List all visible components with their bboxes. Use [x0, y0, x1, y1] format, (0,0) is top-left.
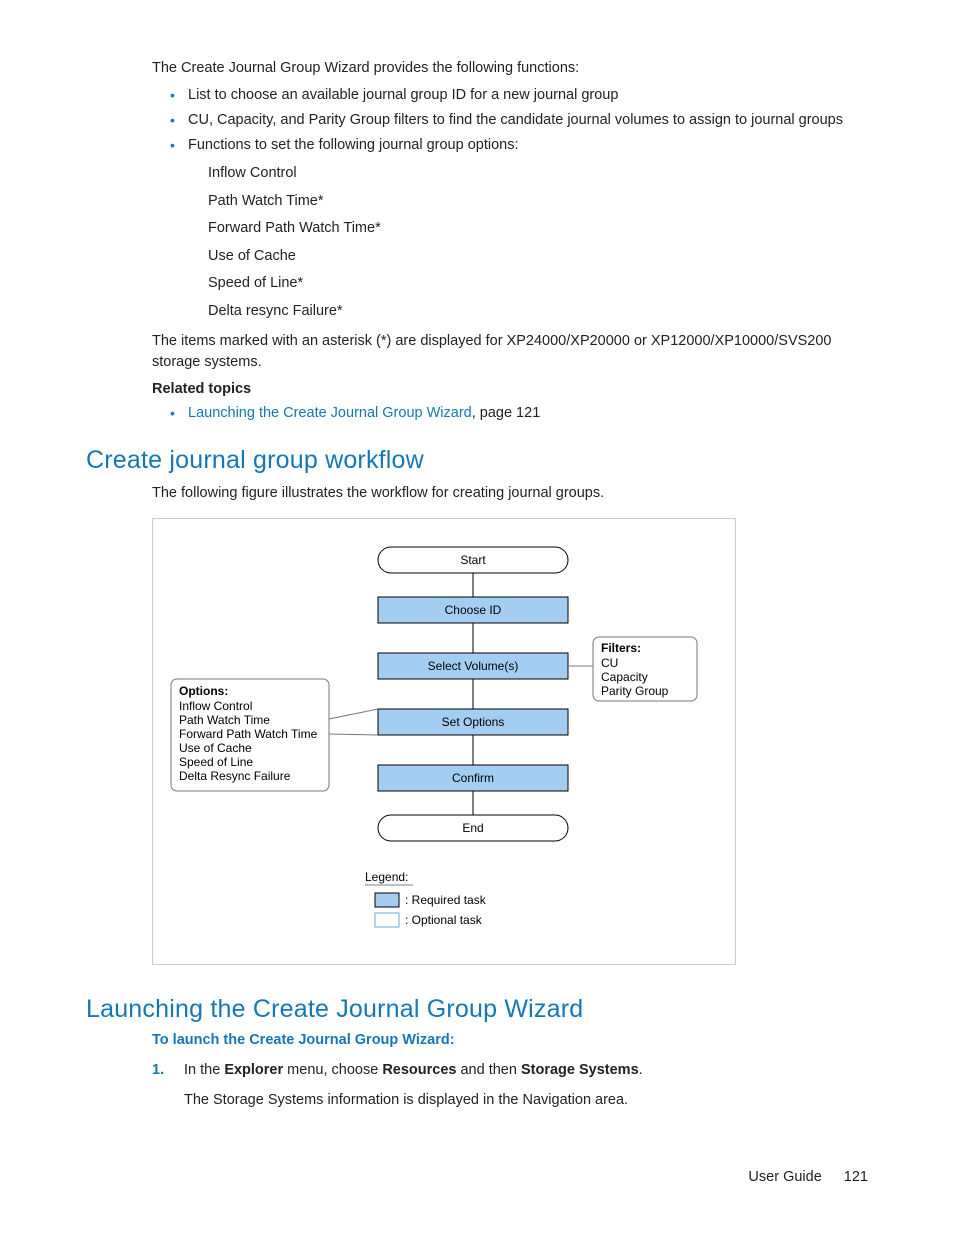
- options-item: Forward Path Watch Time: [179, 727, 318, 741]
- filters-item: Parity Group: [601, 684, 669, 698]
- list-item: List to choose an available journal grou…: [170, 85, 868, 106]
- workflow-heading: Create journal group workflow: [86, 446, 868, 475]
- option-item: Path Watch Time*: [208, 188, 868, 216]
- functions-list: List to choose an available journal grou…: [170, 85, 868, 156]
- step1-end: .: [639, 1062, 643, 1078]
- related-link-suffix: , page 121: [472, 405, 541, 421]
- options-title: Options:: [179, 684, 228, 698]
- related-topics-heading: Related topics: [152, 381, 868, 397]
- step1-mid2: and then: [456, 1062, 521, 1078]
- options-item: Use of Cache: [179, 741, 252, 755]
- list-item: CU, Capacity, and Parity Group filters t…: [170, 110, 868, 131]
- node-select-volumes: Select Volume(s): [428, 659, 519, 673]
- options-item: Speed of Line: [179, 755, 253, 769]
- filters-item: CU: [601, 656, 618, 670]
- workflow-intro: The following figure illustrates the wor…: [152, 483, 868, 504]
- node-start: Start: [460, 553, 486, 567]
- option-item: Inflow Control: [208, 160, 868, 188]
- step1-b3: Storage Systems: [521, 1062, 639, 1078]
- footer-page-number: 121: [844, 1169, 868, 1185]
- options-item: Inflow Control: [179, 699, 252, 713]
- footer-text: User Guide: [748, 1169, 821, 1185]
- list-item: Launching the Create Journal Group Wizar…: [170, 403, 868, 424]
- workflow-diagram: Start Choose ID Select Volume(s) Set Opt…: [152, 518, 736, 965]
- filters-item: Capacity: [601, 670, 648, 684]
- launch-sub-heading: To launch the Create Journal Group Wizar…: [152, 1032, 868, 1048]
- step1-mid1: menu, choose: [283, 1062, 382, 1078]
- list-item: Functions to set the following journal g…: [170, 135, 868, 156]
- step1-b2: Resources: [382, 1062, 456, 1078]
- step-number: 1.: [152, 1060, 164, 1082]
- filters-title: Filters:: [601, 641, 641, 655]
- step-item: 1. In the Explorer menu, choose Resource…: [152, 1060, 868, 1112]
- intro-paragraph: The Create Journal Group Wizard provides…: [152, 58, 868, 79]
- legend-optional: : Optional task: [405, 913, 483, 927]
- related-link[interactable]: Launching the Create Journal Group Wizar…: [188, 405, 472, 421]
- step1-b1: Explorer: [224, 1062, 283, 1078]
- launch-heading: Launching the Create Journal Group Wizar…: [86, 995, 868, 1024]
- options-sublist: Inflow Control Path Watch Time* Forward …: [208, 160, 868, 325]
- options-item: Delta Resync Failure: [179, 769, 291, 783]
- asterisk-note: The items marked with an asterisk (*) ar…: [152, 331, 868, 373]
- steps-list: 1. In the Explorer menu, choose Resource…: [152, 1060, 868, 1112]
- legend-required: : Required task: [405, 893, 487, 907]
- option-item: Delta resync Failure*: [208, 298, 868, 326]
- option-item: Use of Cache: [208, 243, 868, 271]
- node-set-options: Set Options: [442, 715, 505, 729]
- step1-sub: The Storage Systems information is displ…: [184, 1090, 868, 1112]
- page: The Create Journal Group Wizard provides…: [0, 0, 954, 1235]
- option-item: Speed of Line*: [208, 270, 868, 298]
- legend-title: Legend:: [365, 870, 408, 884]
- page-footer: User Guide 121: [748, 1169, 868, 1185]
- node-confirm: Confirm: [452, 771, 494, 785]
- option-item: Forward Path Watch Time*: [208, 215, 868, 243]
- node-end: End: [462, 821, 483, 835]
- step1-pre: In the: [184, 1062, 224, 1078]
- related-topics-list: Launching the Create Journal Group Wizar…: [170, 403, 868, 424]
- node-choose-id: Choose ID: [445, 603, 502, 617]
- options-item: Path Watch Time: [179, 713, 270, 727]
